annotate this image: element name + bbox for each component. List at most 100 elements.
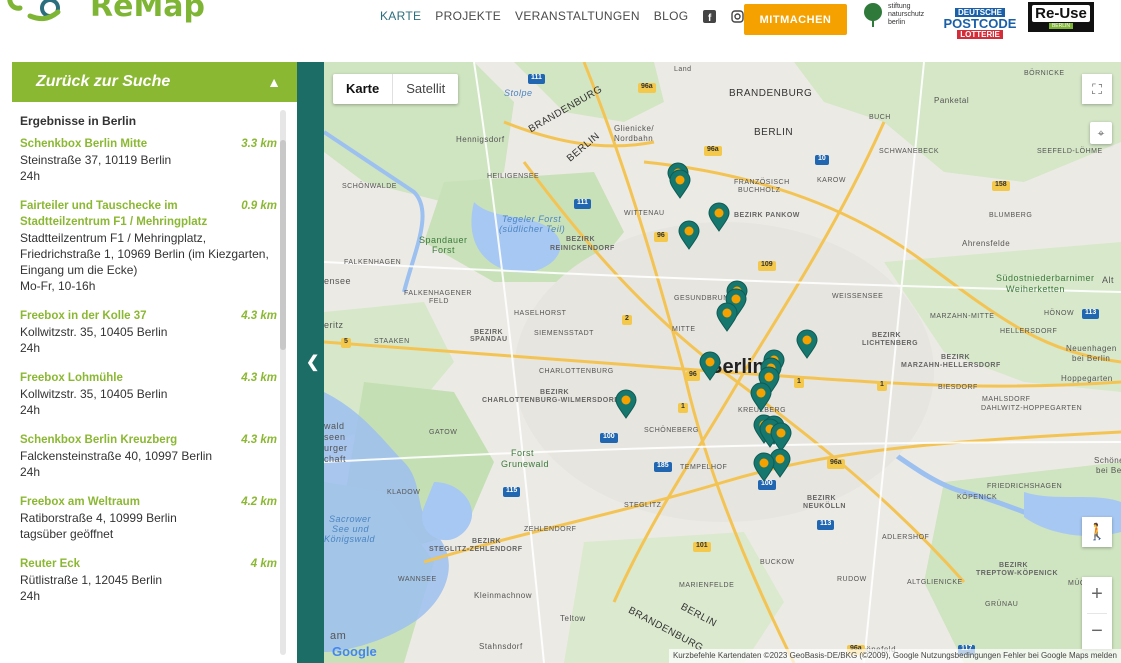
map-label-land: Land [674, 66, 692, 73]
result-item[interactable]: Freebox am Weltraum 4.2 km Ratiborstraße… [20, 494, 277, 542]
map-label-wald: wald [324, 421, 345, 431]
map-label-feld: FELD [429, 298, 449, 305]
map-label-blumberg: BLUMBERG [989, 212, 1033, 219]
result-name[interactable]: Freebox in der Kolle 37 [20, 308, 230, 324]
map-label-staaken: STAAKEN [374, 338, 410, 345]
map-label-spandauer-forst: Spandauer [419, 235, 468, 245]
result-item[interactable]: Fairteiler und Tauschecke im Stadtteilze… [20, 198, 277, 294]
tree-icon [864, 3, 882, 27]
street-view-button[interactable]: 🚶 [1082, 517, 1112, 547]
result-name[interactable]: Reuter Eck [20, 556, 230, 572]
road-shield: 113 [817, 520, 835, 530]
zoom-out-button[interactable]: − [1082, 614, 1112, 650]
map-label-weissensee: WEISSENSEE [832, 293, 884, 300]
result-name[interactable]: Fairteiler und Tauschecke im Stadtteilze… [20, 198, 230, 230]
result-distance: 4.3 km [241, 434, 277, 446]
nav-item-veranstaltungen[interactable]: VERANSTALTUNGEN [515, 9, 640, 23]
map-label-wittenau: WITTENAU [624, 210, 665, 217]
map-canvas[interactable]: Land BRANDENBURG BRANDENBURG BERLIN BERL… [324, 62, 1121, 663]
panel-toggle[interactable]: ❮ [297, 62, 324, 663]
road-shield: 96a [704, 146, 722, 156]
partner-postcode-lotterie[interactable]: DEUTSCHE POSTCODE LOTTERIE [944, 2, 1016, 44]
partner-reuse-berlin[interactable]: Re-Use BERLIN [1028, 2, 1094, 32]
mitmachen-button[interactable]: MITMACHEN [744, 4, 847, 35]
road-shield: 1 [678, 403, 688, 413]
map-type-karte[interactable]: Karte [333, 74, 394, 104]
result-address: Friedrichstraße 1, 10969 Berlin (im Kiez… [20, 247, 269, 261]
nav-item-karte[interactable]: KARTE [380, 9, 421, 23]
site-logo[interactable]: ReMap [0, 0, 205, 26]
map-label-neuenhagen: Neuenhagen [1066, 344, 1117, 353]
map-label-grunewald: Grunewald [501, 459, 550, 469]
map-marker-pin[interactable] [708, 202, 730, 232]
map-label-bezirk: BEZIRK [540, 389, 570, 396]
map-label-bezirk: BEZIRK [566, 236, 596, 243]
locate-button[interactable]: ⌖ [1090, 122, 1112, 144]
road-shield: 96a [638, 83, 656, 93]
map-label-bezirk: BEZIRK [941, 354, 971, 361]
results-scrollbar-thumb[interactable] [280, 140, 286, 350]
map-marker-pin[interactable] [669, 169, 691, 199]
result-name[interactable]: Schenkbox Berlin Mitte [20, 136, 230, 152]
result-item[interactable]: Freebox Lohmühle 4.3 km Kollwitzstr. 35,… [20, 370, 277, 418]
facebook-icon[interactable]: f [702, 9, 716, 23]
road-shield: 109 [758, 261, 776, 271]
map-marker-pin[interactable] [796, 329, 818, 359]
map-marker-pin[interactable] [716, 302, 738, 332]
result-address: Kollwitzstr. 35, 10405 Berlin [20, 387, 168, 401]
result-name[interactable]: Schenkbox Berlin Kreuzberg [20, 432, 230, 448]
road-shield: 96 [654, 232, 668, 242]
result-address: Steinstraße 37, 10119 Berlin [20, 153, 172, 167]
result-name[interactable]: Freebox Lohmühle [20, 370, 230, 386]
result-item[interactable]: Freebox in der Kolle 37 4.3 km Kollwitzs… [20, 308, 277, 356]
result-address: Kollwitzstr. 35, 10405 Berlin [20, 325, 168, 339]
map-label-hellersdorf: HELLERSDORF [1000, 328, 1058, 335]
map-label-bezirk-pankow: BEZIRK PANKOW [734, 212, 800, 219]
result-distance: 4.3 km [241, 372, 277, 384]
road-shield: 115 [503, 487, 521, 497]
map-label-seen: seen [324, 432, 346, 442]
map-label-buchholz: BUCHHOLZ [738, 187, 781, 194]
result-hours: 24h [20, 465, 41, 479]
map-marker-pin[interactable] [615, 389, 637, 419]
map-label-teltow: Teltow [560, 614, 586, 623]
map-marker-pin[interactable] [750, 382, 772, 412]
site-header: ReMap KARTE PROJEKTE VERANSTALTUNGEN BLO… [0, 0, 1121, 60]
result-item[interactable]: Schenkbox Berlin Mitte 3.3 km Steinstraß… [20, 136, 277, 184]
map-label-spandau: SPANDAU [470, 336, 508, 343]
map-label-bezirk: BEZIRK [872, 332, 902, 339]
map-label-suedostniederbarnimer: Südostniederbarnimer [996, 273, 1095, 283]
back-to-search-bar[interactable]: Zurück zur Suche ▲ [12, 62, 297, 102]
zoom-in-button[interactable]: + [1082, 577, 1112, 613]
road-shield: 96a [827, 459, 845, 469]
google-logo: Google [332, 644, 377, 659]
fullscreen-button[interactable]: ⛶ [1082, 74, 1112, 104]
map-attribution[interactable]: Kurzbefehle Kartendaten ©2023 GeoBasis-D… [668, 649, 1121, 663]
map-marker-pin[interactable] [678, 220, 700, 250]
chevron-left-icon[interactable]: ❮ [306, 352, 319, 372]
map-label-bornicke: BÖRNICKE [1024, 70, 1065, 77]
partner-stiftung-naturschutz[interactable]: stiftung naturschutz berlin [862, 2, 924, 28]
map-label-marzahn-mitte: MARZAHN-MITTE [930, 313, 995, 320]
result-hours: tagsüber geöffnet [20, 527, 114, 541]
result-item[interactable]: Reuter Eck 4 km Rütlistraße 1, 12045 Ber… [20, 556, 277, 604]
map-type-control: Karte Satellit [333, 74, 459, 104]
map-label-buckow: BUCKOW [760, 559, 795, 566]
result-address: Ratiborstraße 4, 10999 Berlin [20, 511, 177, 525]
map-label-steglitz-zehlendorf: STEGLITZ-ZEHLENDORF [429, 546, 523, 553]
result-item[interactable]: Schenkbox Berlin Kreuzberg 4.3 km Falcke… [20, 432, 277, 480]
map-label-bezirk: BEZIRK [474, 329, 504, 336]
map-marker-pin[interactable] [699, 351, 721, 381]
map-label-stahnsdorf: Stahnsdorf [479, 642, 523, 651]
road-shield: 101 [693, 542, 711, 552]
nav-item-blog[interactable]: BLOG [654, 9, 689, 23]
result-name[interactable]: Freebox am Weltraum [20, 494, 230, 510]
instagram-icon[interactable] [730, 9, 744, 23]
map-label-adlershof: ADLERSHOF [882, 534, 930, 541]
map-type-satellit[interactable]: Satellit [393, 74, 458, 104]
nav-item-projekte[interactable]: PROJEKTE [435, 9, 501, 23]
map-label-eritz: eritz [324, 320, 344, 330]
chevron-up-icon[interactable]: ▲ [267, 74, 281, 90]
map-marker-pin[interactable] [753, 452, 775, 482]
map-label-marienfelde: MARIENFELDE [679, 582, 735, 589]
